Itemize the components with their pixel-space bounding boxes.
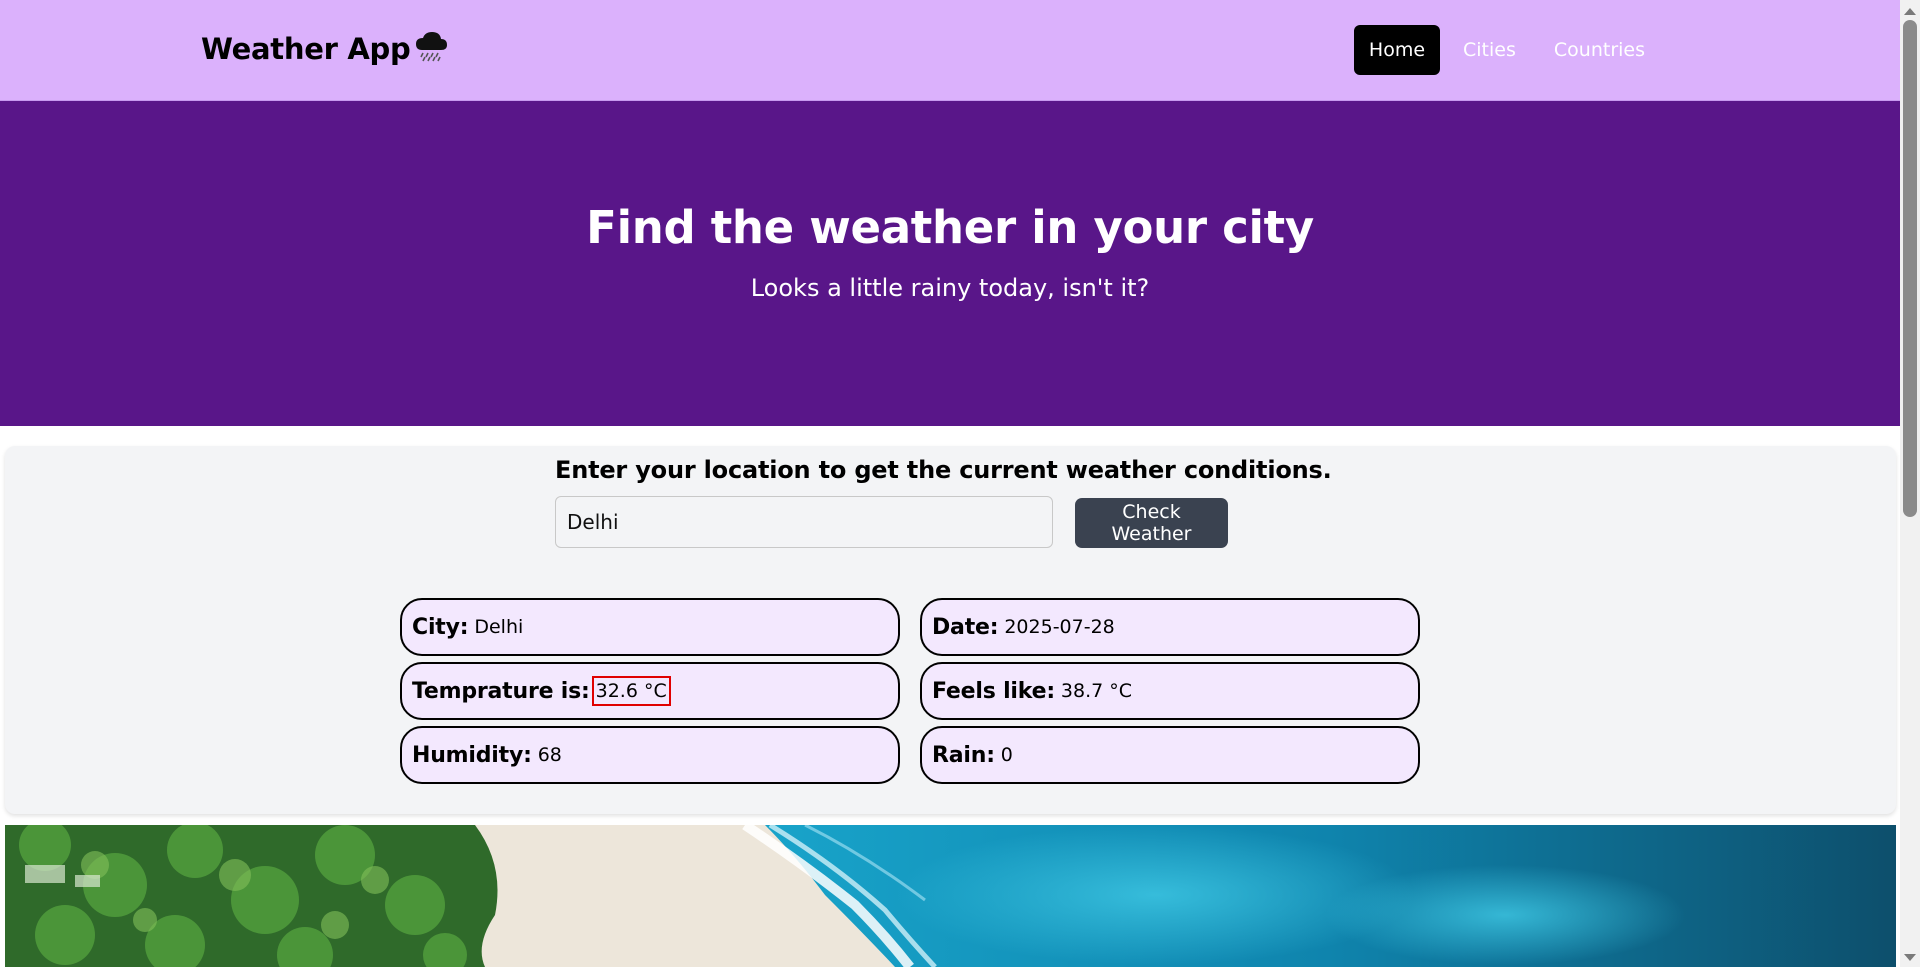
hero-subtitle: Looks a little rainy today, isn't it? [750, 274, 1150, 302]
hero-banner: Find the weather in your city [0, 101, 1900, 426]
city-card: City: Delhi [400, 598, 900, 656]
rain-cloud-icon [414, 30, 448, 68]
rain-label: Rain: [932, 742, 995, 768]
brand[interactable]: Weather App [201, 30, 448, 68]
location-input[interactable] [555, 496, 1053, 548]
hero-title: Find the weather in your city [586, 201, 1314, 254]
temperature-value: 32.6 °C [591, 676, 671, 706]
check-weather-button[interactable]: Check Weather [1075, 498, 1228, 548]
nav-countries-link[interactable]: Countries [1539, 25, 1660, 75]
rain-value: 0 [1000, 744, 1013, 766]
humidity-label: Humidity: [412, 742, 532, 768]
date-value: 2025-07-28 [1004, 616, 1115, 638]
beach-image [5, 825, 1896, 967]
weather-results: City: Delhi Date: 2025-07-28 Temprature … [400, 598, 1420, 784]
scroll-up-arrow-icon[interactable] [1904, 8, 1916, 15]
date-label: Date: [932, 614, 999, 640]
feels-like-value: 38.7 °C [1060, 680, 1133, 702]
nav-cities-link[interactable]: Cities [1448, 25, 1531, 75]
feels-like-label: Feels like: [932, 678, 1055, 704]
date-card: Date: 2025-07-28 [920, 598, 1420, 656]
humidity-value: 68 [537, 744, 562, 766]
vertical-scrollbar[interactable] [1900, 0, 1920, 967]
nav-home-link[interactable]: Home [1353, 25, 1441, 75]
brand-title: Weather App [201, 32, 411, 66]
search-title: Enter your location to get the current w… [555, 456, 1332, 484]
humidity-card: Humidity: 68 [400, 726, 900, 784]
nav-links: Home Cities Countries [1353, 25, 1660, 75]
city-label: City: [412, 614, 469, 640]
rain-card: Rain: 0 [920, 726, 1420, 784]
hero-subtitle-wrap: Looks a little rainy today, isn't it? [0, 274, 1900, 302]
navbar: Weather App Home Cities Countries [0, 0, 1900, 101]
page: Weather App Home Cities Countries Find t… [0, 0, 1900, 967]
feels-like-card: Feels like: 38.7 °C [920, 662, 1420, 720]
scrollbar-thumb[interactable] [1903, 20, 1917, 517]
scroll-down-arrow-icon[interactable] [1904, 954, 1916, 961]
temperature-card: Temprature is: 32.6 °C [400, 662, 900, 720]
temperature-label: Temprature is: [412, 678, 590, 704]
city-value: Delhi [474, 616, 524, 638]
